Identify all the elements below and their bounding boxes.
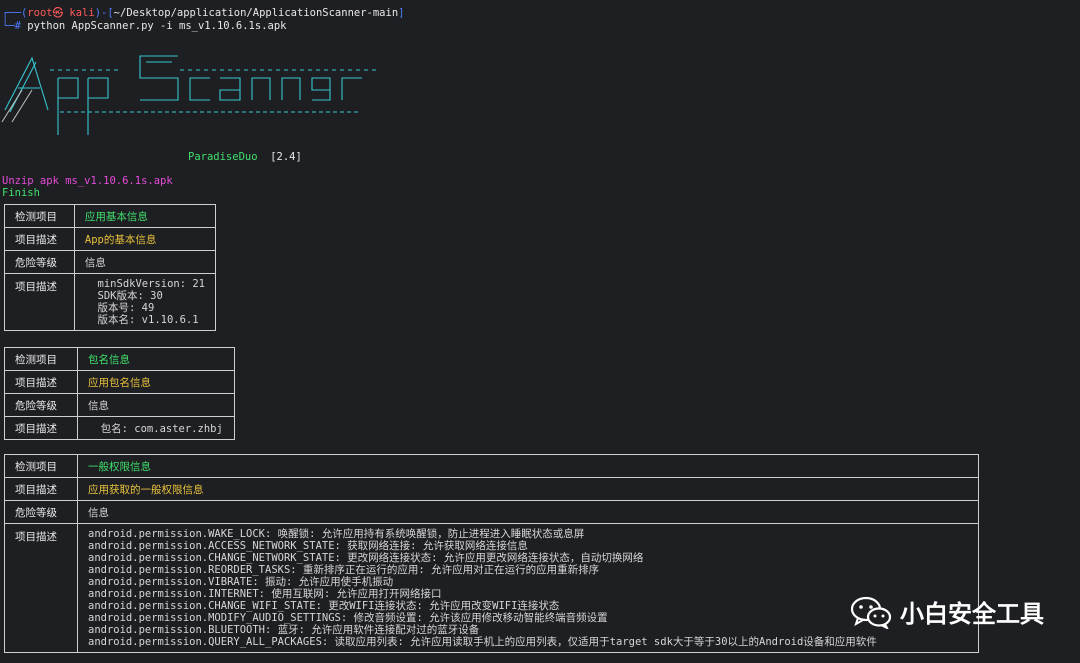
table-row-detail: 项目描述 minSdkVersion: 21 SDK版本: 30 版本号: 49… <box>4 273 217 331</box>
prompt-open: ┌──( <box>2 7 28 19</box>
detail-line: android.permission.CHANGE_NETWORK_STATE:… <box>88 552 644 564</box>
row-value: App的基本信息 <box>73 227 217 251</box>
row-key: 检测项目 <box>4 204 75 228</box>
detail-lines: android.permission.WAKE_LOCK: 唤醒锁: 允许应用持… <box>77 523 979 653</box>
detail-line: android.permission.CHANGE_WIFI_STATE: 更改… <box>88 600 560 612</box>
banner-author: ParadiseDuo <box>188 151 258 163</box>
table-row: 项目描述 应用获取的一般权限信息 <box>4 477 979 501</box>
prompt-path: ~/Desktop/application/ApplicationScanner… <box>113 7 399 19</box>
prompt-hash: └─# <box>2 20 28 32</box>
row-key: 危险等级 <box>4 393 78 417</box>
detail-line: android.permission.VIBRATE: 振动: 允许应用使手机振… <box>88 576 394 588</box>
row-key: 项目描述 <box>4 227 75 251</box>
row-key: 检测项目 <box>4 347 78 371</box>
result-table-permissions: 检测项目 一般权限信息 项目描述 应用获取的一般权限信息 危险等级 信息 项目描… <box>4 454 979 653</box>
detail-line: android.permission.WAKE_LOCK: 唤醒锁: 允许应用持… <box>88 528 585 540</box>
table-row: 危险等级 信息 <box>4 250 217 274</box>
row-value: 信息 <box>77 393 235 417</box>
result-table-basic-info: 检测项目 应用基本信息 项目描述 App的基本信息 危险等级 信息 项目描述 m… <box>4 204 217 331</box>
table-row-detail: 项目描述 包名: com.aster.zhbj <box>4 416 235 440</box>
table-row: 检测项目 应用基本信息 <box>4 204 217 228</box>
row-value: 信息 <box>73 250 217 274</box>
row-key: 项目描述 <box>4 273 75 331</box>
row-key: 危险等级 <box>4 250 75 274</box>
row-value: 应用基本信息 <box>73 204 217 228</box>
row-key: 项目描述 <box>4 523 78 653</box>
table-row: 检测项目 一般权限信息 <box>4 454 979 478</box>
wechat-icon <box>850 596 892 629</box>
detail-line: android.permission.QUERY_ALL_PACKAGES: 读… <box>88 636 877 648</box>
row-value: 信息 <box>77 500 979 524</box>
banner-version: [2.4] <box>270 151 302 163</box>
finish-message: Finish <box>2 187 40 199</box>
banner-credit: ParadiseDuo [2.4] <box>188 151 302 163</box>
detail-line: 版本名: v1.10.6.1 <box>84 314 199 326</box>
detail-line: android.permission.ACCESS_NETWORK_STATE:… <box>88 540 528 552</box>
row-value: 应用获取的一般权限信息 <box>77 477 979 501</box>
command-text: python AppScanner.py -i ms_v1.10.6.1s.ap… <box>27 20 287 32</box>
prompt-mid: )-[ <box>94 7 114 19</box>
table-row: 项目描述 应用包名信息 <box>4 370 235 394</box>
row-key: 危险等级 <box>4 500 78 524</box>
detail-lines: minSdkVersion: 21 SDK版本: 30 版本号: 49 版本名:… <box>73 273 217 331</box>
prompt-user: root㉿ kali <box>27 7 95 19</box>
detail-line: android.permission.BLUETOOTH: 蓝牙: 允许应用软件… <box>88 624 480 636</box>
command-line: └─# python AppScanner.py -i ms_v1.10.6.1… <box>2 20 286 32</box>
row-value: 应用包名信息 <box>77 370 235 394</box>
unzip-message: Unzip apk ms_v1.10.6.1s.apk <box>2 175 173 187</box>
row-key: 项目描述 <box>4 370 78 394</box>
table-row: 检测项目 包名信息 <box>4 347 235 371</box>
watermark: 小白安全工具 <box>850 594 1044 629</box>
detail-line: android.permission.INTERNET: 使用互联网: 允许应用… <box>88 588 442 600</box>
table-row: 项目描述 App的基本信息 <box>4 227 217 251</box>
detail-line: android.permission.MODIFY_AUDIO_SETTINGS… <box>88 612 608 624</box>
watermark-text: 小白安全工具 <box>900 600 1044 628</box>
row-key: 检测项目 <box>4 454 78 478</box>
app-scanner-ascii-banner <box>1 55 380 135</box>
detail-line: minSdkVersion: 21 <box>84 278 205 290</box>
table-row: 危险等级 信息 <box>4 393 235 417</box>
row-value: 一般权限信息 <box>77 454 979 478</box>
table-row: 危险等级 信息 <box>4 500 979 524</box>
detail-line: SDK版本: 30 <box>84 290 163 302</box>
prompt-line: ┌──(root㉿ kali)-[~/Desktop/application/A… <box>2 7 404 19</box>
row-key: 项目描述 <box>4 416 78 440</box>
detail-line: 包名: com.aster.zhbj <box>77 416 235 440</box>
detail-line: 版本号: 49 <box>84 302 155 314</box>
table-row-detail: 项目描述 android.permission.WAKE_LOCK: 唤醒锁: … <box>4 523 979 653</box>
prompt-close: ] <box>398 7 405 19</box>
detail-line: android.permission.REORDER_TASKS: 重新排序正在… <box>88 564 600 576</box>
result-table-package-info: 检测项目 包名信息 项目描述 应用包名信息 危险等级 信息 项目描述 包名: c… <box>4 347 235 440</box>
row-value: 包名信息 <box>77 347 235 371</box>
row-key: 项目描述 <box>4 477 78 501</box>
